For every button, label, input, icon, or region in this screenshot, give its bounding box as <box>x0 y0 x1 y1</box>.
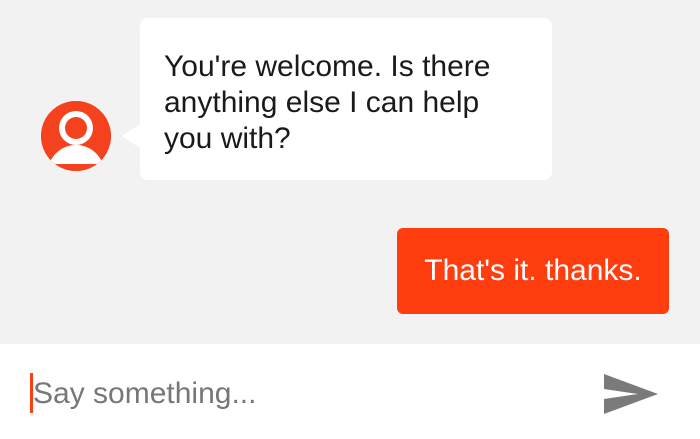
chat-screen: You're welcome. Is there anything else I… <box>0 0 700 439</box>
send-icon <box>604 374 658 414</box>
user-message-bubble: That's it. thanks. <box>397 228 669 314</box>
message-composer <box>0 344 700 439</box>
bot-avatar-icon <box>41 101 111 171</box>
message-input[interactable] <box>30 372 553 416</box>
send-button[interactable] <box>600 370 662 418</box>
user-message-text: That's it. thanks. <box>424 254 642 287</box>
message-list: You're welcome. Is there anything else I… <box>0 0 700 344</box>
text-cursor <box>30 373 33 413</box>
bot-message-text: You're welcome. Is there anything else I… <box>164 50 491 155</box>
bot-message-bubble: You're welcome. Is there anything else I… <box>122 18 552 180</box>
